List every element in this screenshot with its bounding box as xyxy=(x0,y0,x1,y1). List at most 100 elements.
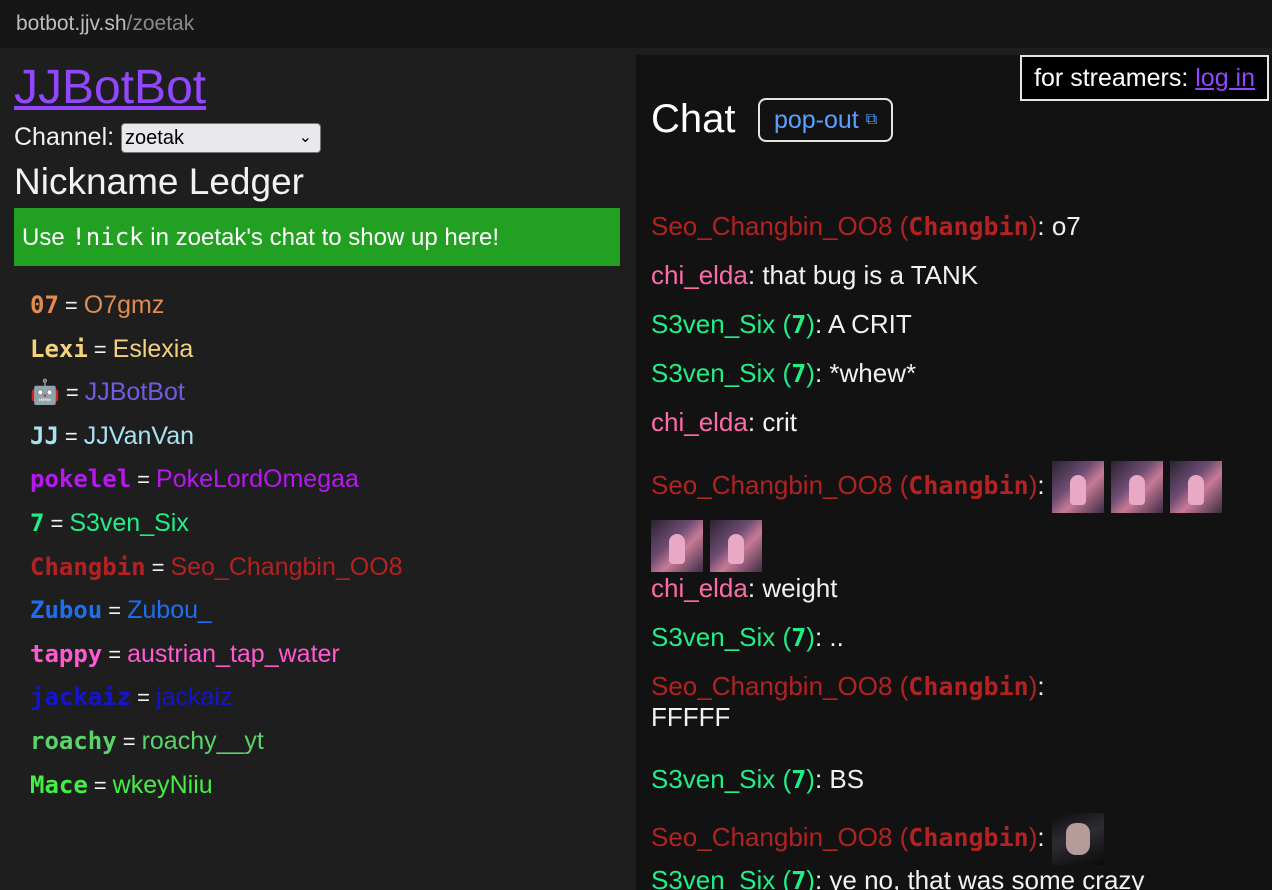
site-title-link[interactable]: JJBotBot xyxy=(14,60,620,116)
emote-image xyxy=(1051,461,1104,514)
equals-sign: = xyxy=(122,728,136,754)
message-colon: : xyxy=(1037,821,1052,852)
message-author[interactable]: Seo_Changbin_OO8 xyxy=(651,211,892,241)
ledger-nick: tappy xyxy=(30,639,103,668)
chat-message: Seo_Changbin_OO8 (Changbin): xyxy=(651,813,1261,865)
message-alias: 7 xyxy=(791,866,807,890)
message-colon: : xyxy=(747,260,763,290)
ledger-username: Eslexia xyxy=(112,334,194,363)
equals-sign: = xyxy=(108,641,122,667)
ledger-nick: Changbin xyxy=(30,552,146,581)
chat-message: Seo_Changbin_OO8 (Changbin): FFFFF xyxy=(651,671,1261,764)
alias-open-paren: ( xyxy=(775,865,792,890)
ledger-entry: roachy = roachy__yt xyxy=(30,720,620,764)
ledger-username: jackaiz xyxy=(156,683,233,712)
equals-sign: = xyxy=(151,554,165,580)
chat-message: S3ven_Six (7): *whew* xyxy=(651,358,1261,407)
alias-open-paren: ( xyxy=(775,358,792,388)
message-text: FFFFF xyxy=(651,702,731,732)
message-author[interactable]: S3ven_Six xyxy=(651,764,775,794)
message-author[interactable]: S3ven_Six xyxy=(651,309,775,339)
channel-row: Channel: zoetak ⌄ xyxy=(14,120,620,154)
chat-message: chi_elda: crit xyxy=(651,407,1261,456)
message-colon: : xyxy=(814,358,830,388)
alias-close-paren: ) xyxy=(806,622,815,652)
popout-label: pop-out xyxy=(773,105,859,134)
ledger-username: JJVanVan xyxy=(83,421,195,450)
ledger-username: PokeLordOmegaa xyxy=(156,465,359,494)
message-author[interactable]: Seo_Changbin_OO8 xyxy=(651,671,892,701)
chat-message: Seo_Changbin_OO8 (Changbin): o7 xyxy=(651,211,1261,260)
message-author[interactable]: Seo_Changbin_OO8 xyxy=(651,822,892,852)
channel-label: Channel: xyxy=(14,123,115,151)
chat-message: chi_elda: that bug is a TANK xyxy=(651,260,1261,309)
message-text: *whew* xyxy=(829,358,917,388)
ledger-username: JJBotBot xyxy=(84,378,185,407)
streamer-login-box: for streamers: log in xyxy=(1020,55,1269,101)
ledger-entry: Lexi = Eslexia xyxy=(30,328,620,372)
message-author[interactable]: S3ven_Six xyxy=(651,622,775,652)
emote-image xyxy=(651,520,703,573)
chat-message: chi_elda: weight xyxy=(651,573,1261,622)
ledger-entry: 7 = S3ven_Six xyxy=(30,502,620,546)
message-text: weight xyxy=(762,573,838,603)
popout-button[interactable]: pop-out ⧉ xyxy=(757,97,894,142)
message-colon: : xyxy=(814,764,830,794)
message-text: o7 xyxy=(1051,211,1081,241)
nick-list: 07 = O7gmz Lexi = Eslexia 🤖 = JJBotBot JJ = JJVanVa… xyxy=(14,284,620,807)
alias-close-paren: ) xyxy=(806,358,815,388)
equals-sign: = xyxy=(65,380,79,406)
ledger-username: S3ven_Six xyxy=(69,508,189,537)
banner-text-post: in zoetak's chat to show up here! xyxy=(143,224,500,251)
message-author[interactable]: S3ven_Six xyxy=(651,358,775,388)
banner-text-pre: Use xyxy=(22,224,72,251)
ledger-nick: 🤖 xyxy=(30,378,60,407)
ledger-nick: 7 xyxy=(30,508,45,537)
page: JJBotBot Channel: zoetak ⌄ Nickname Ledge… xyxy=(0,48,1272,890)
equals-sign: = xyxy=(64,423,78,449)
message-author[interactable]: Seo_Changbin_OO8 xyxy=(651,470,892,500)
message-author[interactable]: chi_elda xyxy=(651,260,748,290)
message-colon: : xyxy=(814,309,828,339)
ledger-heading: Nickname Ledger xyxy=(14,161,304,202)
chat-message: S3ven_Six (7): A CRIT xyxy=(651,309,1261,358)
message-author[interactable]: chi_elda xyxy=(651,407,748,437)
message-alias: 7 xyxy=(791,310,807,339)
alias-close-paren: ) xyxy=(806,309,815,339)
equals-sign: = xyxy=(64,293,78,318)
message-alias: Changbin xyxy=(908,672,1029,701)
message-colon: : xyxy=(1037,671,1045,701)
message-author[interactable]: chi_elda xyxy=(651,573,748,603)
message-alias: 7 xyxy=(791,765,807,794)
ledger-username: roachy__yt xyxy=(141,726,264,755)
equals-sign: = xyxy=(137,685,151,711)
url-host: botbot.jjv.sh xyxy=(16,12,127,35)
message-text: that bug is a TANK xyxy=(762,260,979,290)
message-colon: : xyxy=(814,622,830,652)
message-text: crit xyxy=(762,407,797,437)
login-link[interactable]: log in xyxy=(1195,64,1255,92)
ledger-nick: 07 xyxy=(30,291,59,319)
chat-message: S3ven_Six (7): ye no, that was some craz… xyxy=(651,865,1261,890)
channel-select[interactable]: zoetak ⌄ xyxy=(121,123,322,154)
equals-sign: = xyxy=(93,772,107,798)
alias-open-paren: ( xyxy=(775,764,792,794)
ledger-username: Seo_Changbin_OO8 xyxy=(170,552,403,581)
ledger-nick: roachy xyxy=(30,726,117,755)
emote-image xyxy=(710,520,762,573)
message-alias: Changbin xyxy=(908,471,1029,500)
alias-close-paren: ) xyxy=(806,764,815,794)
ledger-entry: pokelel = PokeLordOmegaa xyxy=(30,458,620,502)
message-alias: 7 xyxy=(791,359,807,388)
message-alias: Changbin xyxy=(908,212,1029,241)
equals-sign: = xyxy=(50,510,64,536)
chat-title: Chat xyxy=(651,97,736,141)
ledger-entry: Zubou = Zubou_ xyxy=(30,589,620,633)
address-bar[interactable]: botbot.jjv.sh/zoetak xyxy=(0,0,1272,48)
ledger-nick: Zubou xyxy=(30,596,103,625)
message-author[interactable]: S3ven_Six xyxy=(651,865,775,890)
alias-close-paren: ) xyxy=(806,865,815,890)
banner-command: !nick xyxy=(71,223,144,251)
ledger-username: wkeyNiiu xyxy=(112,770,213,799)
chat-message: S3ven_Six (7): BS xyxy=(651,764,1261,813)
